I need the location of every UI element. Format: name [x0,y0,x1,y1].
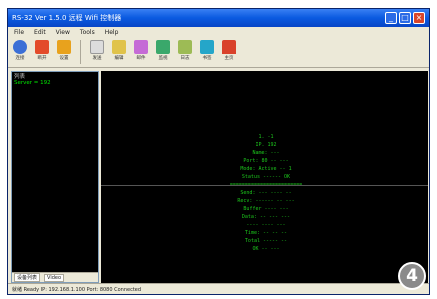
bookmark-icon [200,40,214,54]
close-button[interactable]: × [413,12,425,24]
app-window: RS-32 Ver 1.5.0 远程 Wifi 控制器 _ □ × File E… [7,8,430,295]
status-bar: 就绪 Ready IP: 192.168.1.100 Port: 8080 Co… [8,283,429,294]
send-button[interactable]: 发送 [89,40,105,61]
console-line: 1. -1 [258,134,274,140]
monitor-button[interactable]: 监视 [155,40,171,61]
menu-file[interactable]: File [14,29,24,36]
mail-icon [134,40,148,54]
log-button[interactable]: 日志 [177,40,193,61]
console-line: Buffer ---- --- [243,206,289,212]
monitor-icon [156,40,170,54]
minimize-button[interactable]: _ [385,12,397,24]
tab-device-list[interactable]: 设备列表 [14,273,41,282]
edit-icon [112,40,126,54]
console-line: Recv: ------ -- --- [237,198,295,204]
disconnect-icon [35,40,49,54]
console-pane: 1. -1 IP. 192 Name: --- Port: 80 -- --- … [101,71,428,283]
settings-icon [57,40,71,54]
bookmark-button[interactable]: 书签 [199,40,215,61]
figure-number-badge: 4 [398,262,426,290]
home-button[interactable]: 主页 [221,40,237,61]
console-line: Data: -- --- --- [241,214,291,220]
left-pane-tabs: 设备列表 Video [12,272,98,282]
console-line: Mode: Active -- 1 [240,166,292,172]
home-icon [222,40,236,54]
maximize-button[interactable]: □ [399,12,411,24]
disconnect-button[interactable]: 断开 [34,40,50,61]
console-line: IP. 192 [255,142,277,148]
console-output: 1. -1 IP. 192 Name: --- Port: 80 -- --- … [211,133,321,253]
log-icon [178,40,192,54]
edit-button[interactable]: 编辑 [111,40,127,61]
toolbar: 连接 断开 设置 发送 编辑 邮件 监视 日志 书签 主页 [8,38,429,68]
console-line: Port: 80 -- --- [243,158,289,164]
connect-icon [13,40,27,54]
menu-view[interactable]: View [56,29,70,36]
title-bar: RS-32 Ver 1.5.0 远程 Wifi 控制器 _ □ × [8,9,429,27]
console-line: Total ----- -- [244,238,288,244]
menu-help[interactable]: Help [105,29,119,36]
console-line: Name: --- [252,150,280,156]
console-line: Send: --- ---- -- [240,190,292,196]
toolbar-separator [80,40,81,64]
console-line: ---- ---- --- [246,222,286,228]
console-line: ======================== [229,182,303,188]
menu-edit[interactable]: Edit [34,29,46,36]
menu-tools[interactable]: Tools [80,29,95,36]
send-icon [90,40,104,54]
console-line: Status ------ OK [241,174,291,180]
device-list-pane: 列表 Server = 192 设备列表 Video [11,71,99,283]
menu-bar: File Edit View Tools Help [8,27,429,38]
device-list-header: 列表 [14,74,26,80]
status-text: 就绪 Ready IP: 192.168.1.100 Port: 8080 Co… [12,286,142,293]
console-line: OK -- --- [252,246,280,252]
list-item[interactable]: Server = 192 [12,80,98,86]
tab-video[interactable]: Video [44,273,65,282]
settings-button[interactable]: 设置 [56,40,72,61]
mail-button[interactable]: 邮件 [133,40,149,61]
console-line: Time: -- -- -- [244,230,288,236]
window-title: RS-32 Ver 1.5.0 远程 Wifi 控制器 [12,14,122,22]
connect-button[interactable]: 连接 [12,40,28,61]
